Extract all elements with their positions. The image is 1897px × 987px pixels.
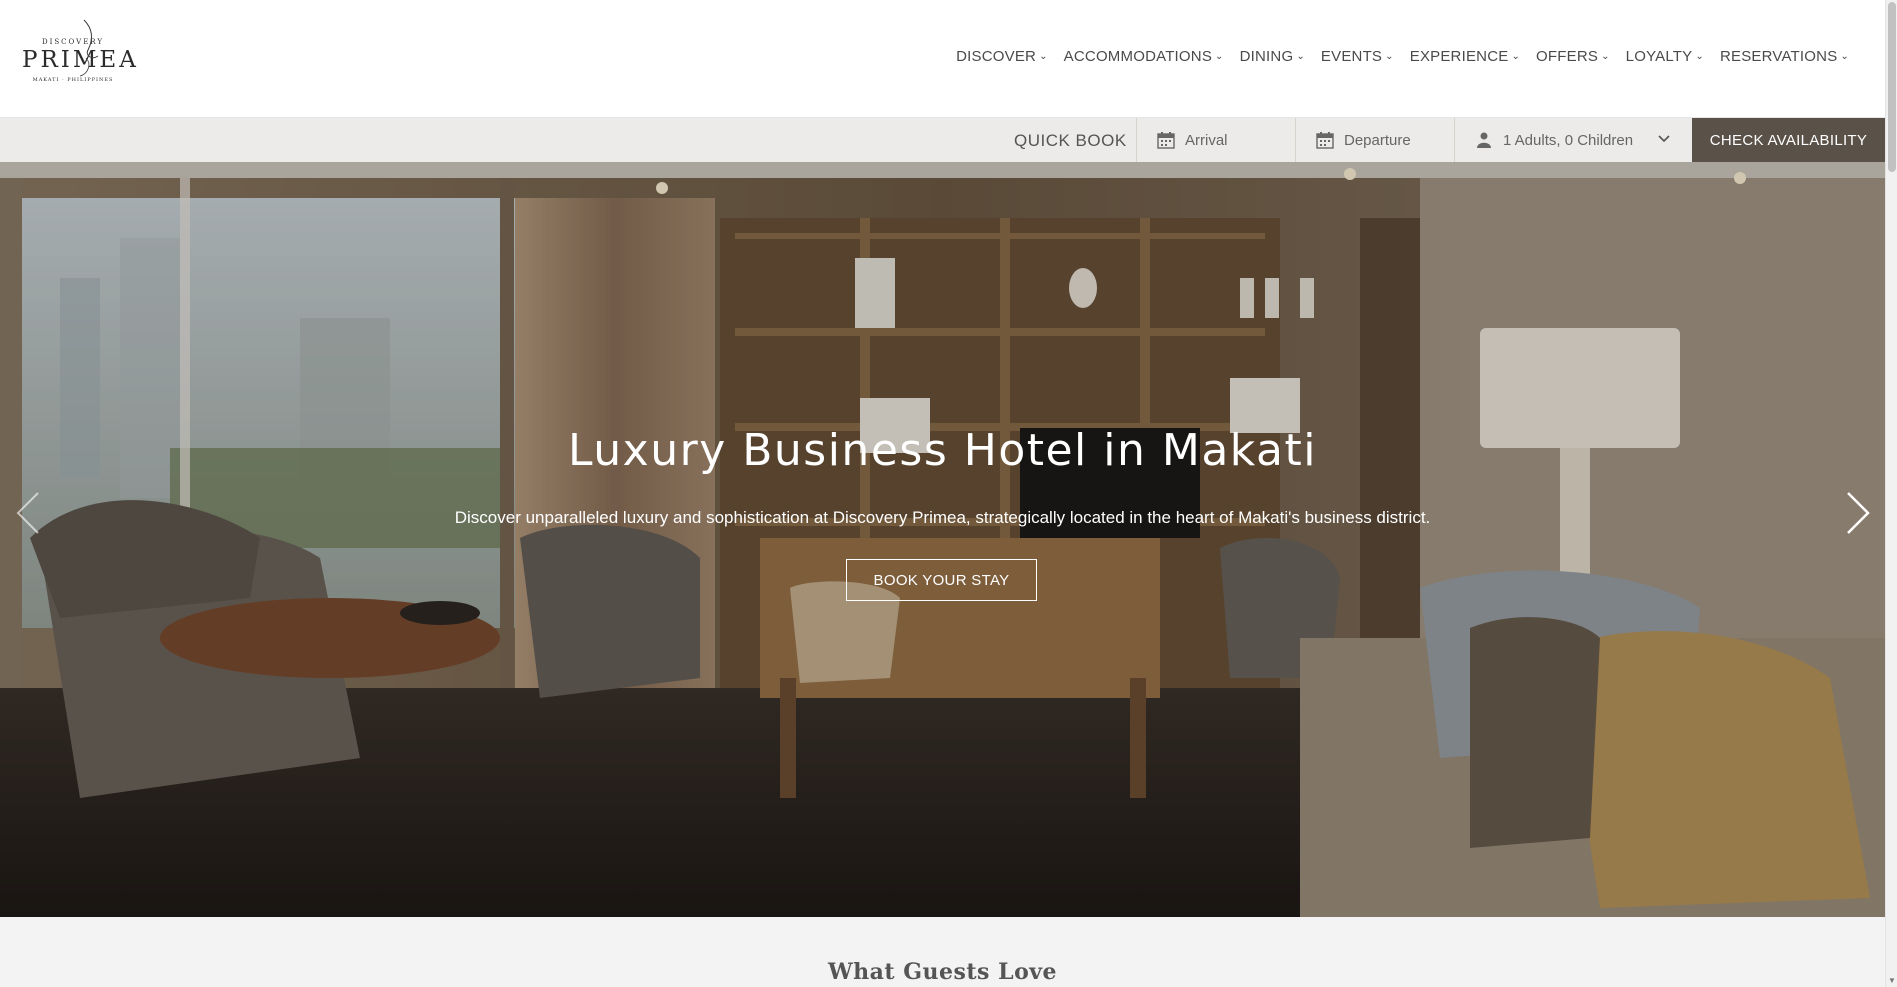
nav-label: DISCOVER: [956, 48, 1037, 65]
nav-accommodations[interactable]: ACCOMMODATIONS ⌄: [1056, 48, 1232, 65]
chevron-down-icon: ⌄: [1601, 51, 1610, 62]
chevron-down-icon: ⌄: [1511, 51, 1521, 62]
chevron-down-icon: ⌄: [1385, 51, 1394, 62]
scrollbar-thumb[interactable]: [1888, 2, 1896, 172]
departure-date-field[interactable]: Departure: [1295, 118, 1454, 162]
nav-label: DINING: [1239, 48, 1294, 65]
nav-label: LOYALTY: [1625, 48, 1693, 65]
calendar-icon: [1316, 131, 1334, 149]
chevron-down-icon: ⌄: [1039, 51, 1048, 62]
check-availability-button[interactable]: CHECK AVAILABILITY: [1692, 118, 1885, 162]
nav-label: EVENTS: [1320, 48, 1383, 65]
nav-dining[interactable]: DINING ⌄: [1232, 48, 1313, 65]
nav-label: RESERVATIONS: [1719, 48, 1838, 65]
nav-label: ACCOMMODATIONS: [1063, 48, 1213, 65]
book-your-stay-button[interactable]: BOOK YOUR STAY: [846, 559, 1037, 601]
section-title: What Guests Love: [827, 959, 1058, 985]
nav-label: EXPERIENCE: [1409, 48, 1509, 65]
chevron-down-icon: [1658, 132, 1670, 146]
person-icon: [1475, 131, 1493, 149]
nav-discover[interactable]: DISCOVER ⌄: [948, 48, 1056, 65]
site-header: DISCOVERY PRIMEA MAKATI · PHILIPPINES DI…: [0, 0, 1885, 118]
slider-prev-arrow-icon[interactable]: [8, 488, 48, 538]
departure-placeholder: Departure: [1344, 131, 1411, 149]
calendar-icon: [1157, 131, 1175, 149]
scroll-down-arrow-icon[interactable]: ▼: [1888, 976, 1896, 985]
chevron-down-icon: ⌄: [1695, 51, 1704, 62]
slider-next-arrow-icon[interactable]: [1838, 488, 1878, 538]
primea-logo[interactable]: DISCOVERY PRIMEA MAKATI · PHILIPPINES: [22, 18, 136, 102]
nav-reservations[interactable]: RESERVATIONS ⌄: [1712, 48, 1857, 65]
guests-value: 1 Adults, 0 Children: [1503, 131, 1634, 149]
hero-subtitle: Discover unparalleled luxury and sophist…: [454, 508, 1431, 527]
logo-swirl-icon: [79, 19, 99, 77]
main-nav: DISCOVER ⌄ ACCOMMODATIONS ⌄ DINING ⌄ EVENTS…: [948, 48, 1857, 65]
guests-love-section: What Guests Love: [0, 917, 1885, 987]
arrival-date-field[interactable]: Arrival: [1136, 118, 1295, 162]
hero-slider: QUICK BOOK Arrival Departure 1 Adults, 0…: [0, 118, 1885, 917]
quick-book-label: QUICK BOOK: [1014, 131, 1127, 150]
nav-label: OFFERS: [1536, 48, 1599, 65]
arrival-placeholder: Arrival: [1185, 131, 1228, 149]
chevron-down-icon: ⌄: [1840, 51, 1849, 62]
chevron-down-icon: ⌄: [1215, 51, 1224, 62]
nav-offers[interactable]: OFFERS ⌄: [1528, 48, 1618, 65]
quick-book-bar: QUICK BOOK Arrival Departure 1 Adults, 0…: [0, 118, 1885, 162]
page-scrollbar[interactable]: ▼: [1885, 0, 1897, 987]
nav-experience[interactable]: EXPERIENCE ⌄: [1402, 48, 1528, 65]
hero-title: Luxury Business Hotel in Makati: [568, 425, 1317, 476]
nav-events[interactable]: EVENTS ⌄: [1313, 48, 1402, 65]
chevron-down-icon: ⌄: [1296, 51, 1305, 62]
nav-loyalty[interactable]: LOYALTY ⌄: [1618, 48, 1712, 65]
guests-select[interactable]: 1 Adults, 0 Children: [1454, 118, 1692, 162]
